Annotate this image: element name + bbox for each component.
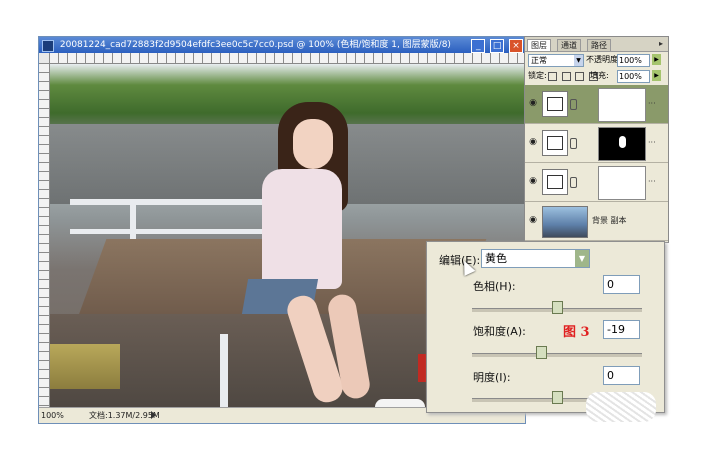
layer-options-icon: ··· [648,99,656,108]
layer-row-hue-saturation-1[interactable]: ◉ ··· [525,85,668,124]
lock-paint-icon[interactable] [561,72,571,81]
layer-thumbnail [542,206,588,238]
photo-yellow-bench [50,344,120,389]
layer-mask-thumbnail[interactable] [598,127,646,161]
fill-arrow-icon[interactable]: ▶ [652,70,661,81]
hue-slider[interactable] [472,301,642,314]
curves-adjustment-icon [542,130,568,156]
ruler-corner[interactable] [39,53,49,63]
layer-row-adjustment-3[interactable]: ◉ ··· [525,163,668,202]
layer-options-icon: ··· [648,177,656,186]
horizontal-ruler[interactable] [49,53,525,64]
lock-position-icon[interactable] [575,72,585,81]
link-chain-icon[interactable] [570,99,577,110]
watermark-scribble [586,392,656,422]
fill-field[interactable]: 100% [617,70,650,83]
saturation-slider[interactable] [472,346,642,359]
opacity-arrow-icon[interactable]: ▶ [652,54,661,65]
curves-adjustment-icon [542,169,568,195]
tab-channels[interactable]: 通道 [557,39,581,51]
photo-bench-rail [70,229,290,234]
opacity-field[interactable]: 100% [617,54,650,67]
link-chain-icon[interactable] [570,138,577,149]
hue-input[interactable]: 0 [603,275,640,294]
hue-slider-thumb[interactable] [552,301,563,314]
lightness-slider-thumb[interactable] [552,391,563,404]
layer-name[interactable]: 背景 副本 [592,215,627,226]
chevron-down-icon: ▼ [574,55,583,66]
photo-bench-rail [70,199,270,205]
vertical-ruler[interactable] [39,63,50,407]
saturation-label: 饱和度(A): [473,325,526,338]
minimize-button[interactable]: _ [471,39,486,53]
photo-figure-shoe [375,399,425,407]
chevron-down-icon: ▼ [575,250,589,267]
hue-saturation-dialog: 编辑(E): 黄色 ▼ 色相(H): 0 饱和度(A): 图 3 -19 明度(… [426,241,665,413]
close-button[interactable]: × [509,39,523,53]
hue-label: 色相(H): [473,280,516,293]
layers-panel: 图层 通道 路径 ▸ 正常 ▼ 不透明度: 100% ▶ 锁定: 填充: 100… [524,36,669,243]
saturation-input[interactable]: -19 [603,320,640,339]
photo-figure-top [262,169,342,289]
lock-row: 锁定: 填充: 100% ▶ [528,69,668,83]
layer-row-background-copy[interactable]: ◉ 背景 副本 [525,202,668,241]
link-chain-icon[interactable] [570,177,577,188]
document-titlebar[interactable]: 20081224_cad72883f2d9504efdfc3ee0c5c7cc0… [39,37,525,53]
document-size: 文档:1.37M/2.95M [89,411,160,420]
saturation-slider-thumb[interactable] [535,346,547,359]
tab-layers[interactable]: 图层 [527,39,551,51]
panel-menu-icon[interactable]: ▸ [656,39,666,49]
layer-options-icon: ··· [648,138,656,147]
photo-bench-leg [220,334,228,407]
eye-icon[interactable]: ◉ [528,215,538,225]
status-menu-arrow-icon[interactable] [151,411,156,419]
figure-caption: 图 3 [563,325,590,340]
eye-icon[interactable]: ◉ [528,98,538,108]
fill-label: 填充: [590,71,609,80]
window-buttons: _ □ × [469,38,523,53]
document-title: 20081224_cad72883f2d9504efdfc3ee0c5c7cc0… [59,40,451,50]
eye-icon[interactable]: ◉ [528,176,538,186]
photoshop-app-icon [42,40,54,52]
layer-mask-thumbnail[interactable] [598,88,646,122]
lightness-input[interactable]: 0 [603,366,640,385]
tab-paths[interactable]: 路径 [587,39,611,51]
maximize-button[interactable]: □ [490,39,505,53]
blend-row: 正常 ▼ 不透明度: 100% ▶ [528,53,668,67]
eye-icon[interactable]: ◉ [528,137,538,147]
edit-range-select[interactable]: 黄色 ▼ [481,249,590,268]
layer-row-adjustment-2[interactable]: ◉ ··· [525,124,668,163]
panel-tabs: 图层 通道 路径 ▸ [525,37,668,52]
layer-mask-thumbnail[interactable] [598,166,646,200]
blend-mode-select[interactable]: 正常 ▼ [528,54,584,67]
lock-transparency-icon[interactable] [548,72,557,81]
hue-saturation-adjustment-icon [542,91,568,117]
opacity-label: 不透明度: [586,55,621,64]
edit-range-value: 黄色 [485,252,507,265]
zoom-level[interactable]: 100% [41,408,64,423]
lock-label: 锁定: [528,71,547,80]
lightness-label: 明度(I): [473,371,511,384]
photo-figure-face [293,119,333,169]
blend-mode-value: 正常 [531,56,547,65]
